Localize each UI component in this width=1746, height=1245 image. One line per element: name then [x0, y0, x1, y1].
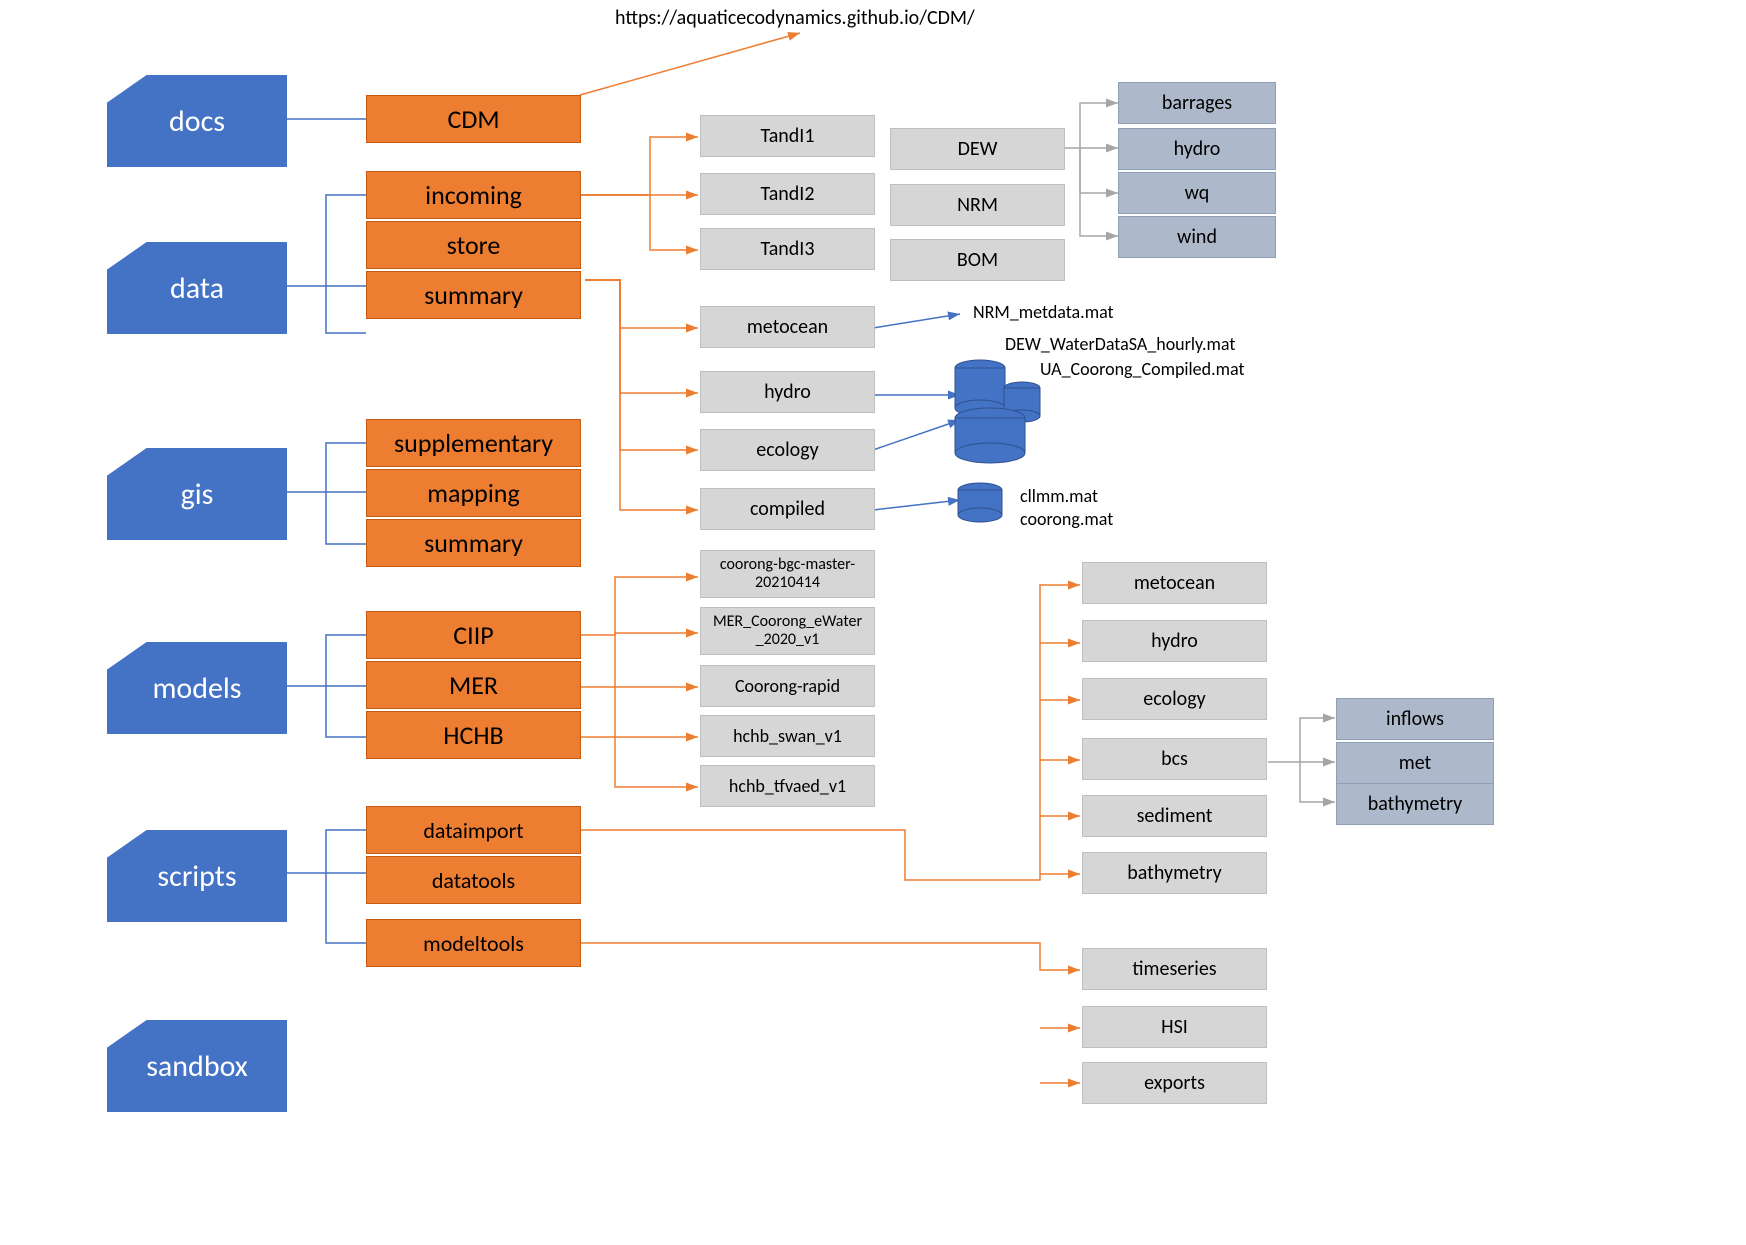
node-hsi: HSI	[1082, 1006, 1267, 1048]
node-ecology2: ecology	[1082, 678, 1267, 720]
node-ecology: ecology	[700, 429, 875, 471]
node-dew: DEW	[890, 128, 1065, 170]
node-bcs: bcs	[1082, 738, 1267, 780]
node-tandi3: TandI3	[700, 228, 875, 270]
node-hchb: HCHB	[366, 711, 581, 759]
node-hchb-swan: hchb_swan_v1	[700, 715, 875, 757]
node-incoming: incoming	[366, 171, 581, 219]
node-cdm: CDM	[366, 95, 581, 143]
url-label: https://aquaticecodynamics.github.io/CDM…	[615, 6, 975, 30]
node-tandi2: TandI2	[700, 173, 875, 215]
node-compiled: compiled	[700, 488, 875, 530]
node-exports: exports	[1082, 1062, 1267, 1104]
node-wind: wind	[1118, 216, 1276, 258]
node-nrm: NRM	[890, 184, 1065, 226]
folder-models: models	[107, 642, 287, 734]
node-inflows: inflows	[1336, 698, 1494, 740]
node-datatools: datatools	[366, 856, 581, 904]
node-sediment: sediment	[1082, 795, 1267, 837]
node-metocean: metocean	[700, 306, 875, 348]
node-summary-gis: summary	[366, 519, 581, 567]
label-nrm-met: NRM_metdata.mat	[973, 301, 1114, 323]
node-met: met	[1336, 742, 1494, 784]
label-coorong: coorong.mat	[1020, 508, 1113, 530]
node-hydro: hydro	[700, 371, 875, 413]
node-barrages: barrages	[1118, 82, 1276, 124]
node-supplementary: supplementary	[366, 419, 581, 467]
folder-docs: docs	[107, 75, 287, 167]
node-wq: wq	[1118, 172, 1276, 214]
node-hydro2: hydro	[1118, 128, 1276, 170]
label-ua-coorong: UA_Coorong_Compiled.mat	[1040, 358, 1245, 380]
node-mer-coorong: MER_Coorong_eWater_2020_v1	[700, 607, 875, 655]
node-bathymetry2: bathymetry	[1336, 783, 1494, 825]
node-dataimport: dataimport	[366, 806, 581, 854]
node-store: store	[366, 221, 581, 269]
folder-data: data	[107, 242, 287, 334]
label-cllmm: cllmm.mat	[1020, 485, 1098, 507]
node-mer: MER	[366, 661, 581, 709]
node-modeltools: modeltools	[366, 919, 581, 967]
diagram-canvas: https://aquaticecodynamics.github.io/CDM…	[0, 0, 1746, 1245]
label-dew-water: DEW_WaterDataSA_hourly.mat	[1005, 333, 1235, 355]
node-hydro3: hydro	[1082, 620, 1267, 662]
node-mapping: mapping	[366, 469, 581, 517]
node-timeseries: timeseries	[1082, 948, 1267, 990]
folder-sandbox: sandbox	[107, 1020, 287, 1112]
node-ciip: CIIP	[366, 611, 581, 659]
node-bathymetry: bathymetry	[1082, 852, 1267, 894]
node-summary-data: summary	[366, 271, 581, 319]
node-metocean2: metocean	[1082, 562, 1267, 604]
node-hchb-tfvaed: hchb_tfvaed_v1	[700, 765, 875, 807]
node-coorong-rapid: Coorong-rapid	[700, 665, 875, 707]
node-tandi1: TandI1	[700, 115, 875, 157]
folder-scripts: scripts	[107, 830, 287, 922]
node-bom: BOM	[890, 239, 1065, 281]
node-coorong-bgc: coorong-bgc-master-20210414	[700, 550, 875, 598]
folder-gis: gis	[107, 448, 287, 540]
